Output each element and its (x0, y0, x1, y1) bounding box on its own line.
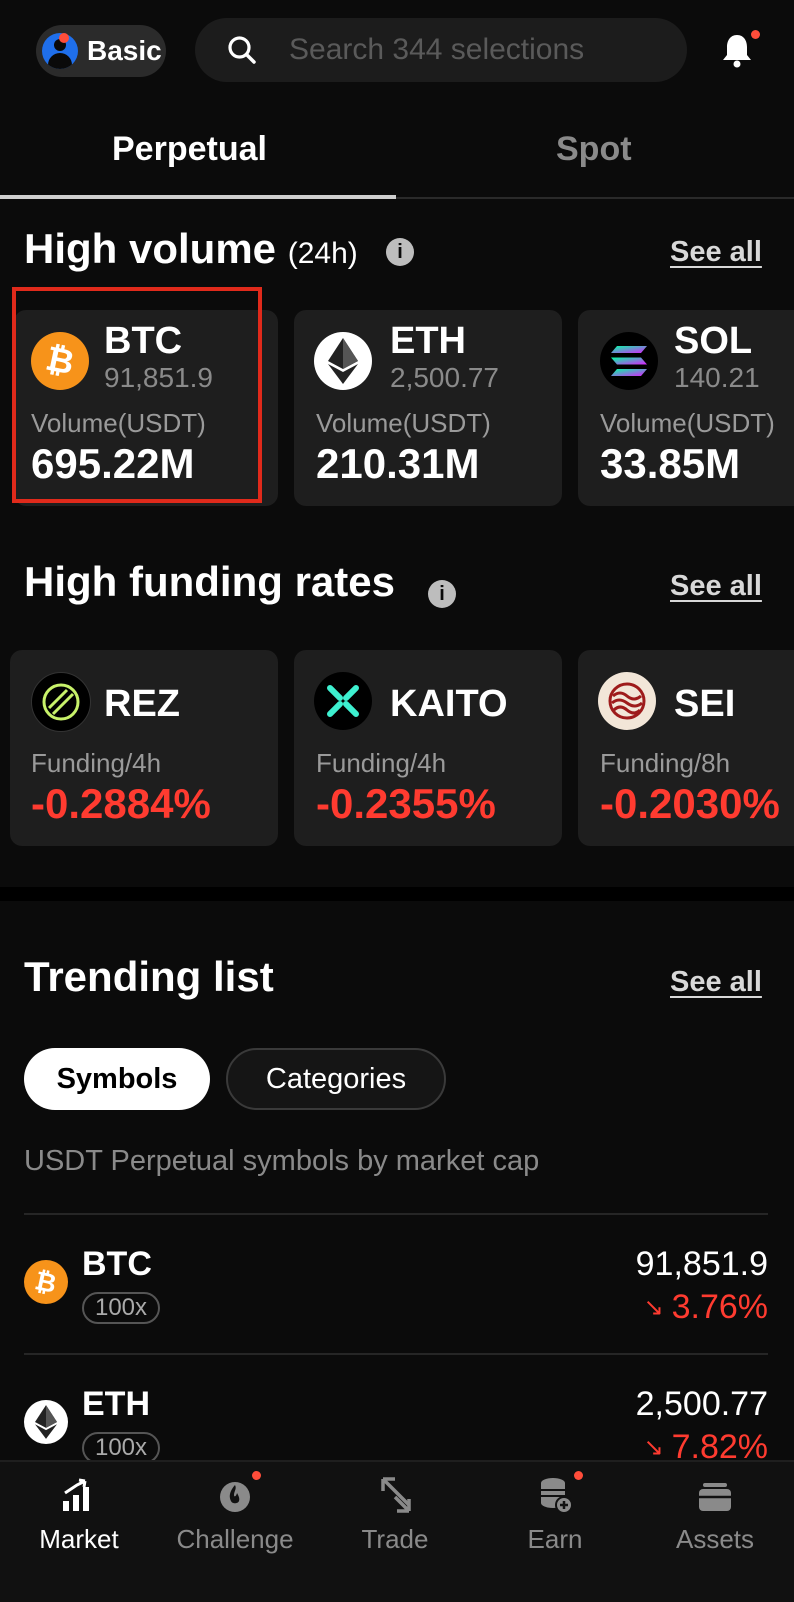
high-volume-card-eth[interactable]: ETH 2,500.77 Volume(USDT) 210.31M (294, 310, 562, 506)
row-symbol: ETH (82, 1385, 150, 1423)
card-symbol: SEI (674, 683, 736, 725)
card-metric-label: Volume(USDT) (316, 408, 491, 438)
table-row[interactable]: ETH 100x 2,500.77 ↘ 7.82% (0, 1355, 794, 1466)
card-metric-value: 33.85M (600, 440, 741, 487)
card-price: 140.21 (674, 362, 760, 393)
highlight-box (12, 287, 262, 503)
challenge-notification-dot (252, 1471, 261, 1480)
ethereum-icon (24, 1400, 68, 1444)
section-divider (0, 887, 794, 901)
nav-trade[interactable]: Trade (316, 1475, 474, 1555)
avatar-notification-dot (59, 33, 69, 43)
earn-notification-dot (574, 1471, 583, 1480)
high-volume-see-all-link[interactable]: See all (670, 236, 762, 269)
trade-arrows-icon (381, 1477, 411, 1513)
card-symbol: SOL (674, 320, 753, 362)
card-metric-value: -0.2030% (600, 780, 780, 827)
card-metric-value: 210.31M (316, 440, 480, 487)
chip-symbols[interactable]: Symbols (24, 1048, 210, 1110)
card-metric-value: -0.2884% (31, 780, 211, 827)
account-level-label: Basic (87, 35, 162, 66)
card-price: 2,500.77 (390, 362, 499, 393)
trending-see-all-link[interactable]: See all (670, 966, 762, 999)
card-metric-label: Funding/4h (31, 748, 162, 778)
tab-divider (396, 197, 794, 199)
trending-description: USDT Perpetual symbols by market cap (24, 1145, 540, 1177)
row-change: ↘ 3.76% (643, 1288, 768, 1326)
ethereum-icon (314, 332, 372, 390)
sei-icon (598, 672, 656, 730)
card-symbol: REZ (104, 683, 180, 725)
search-placeholder: Search 344 selections (289, 33, 585, 66)
wallet-icon (699, 1483, 731, 1511)
funding-card-sei[interactable]: SEI Funding/8h -0.2030% (578, 650, 794, 846)
nav-assets[interactable]: Assets (636, 1475, 794, 1555)
nav-market[interactable]: Market (0, 1475, 158, 1555)
funding-card-kaito[interactable]: KAITO Funding/4h -0.2355% (294, 650, 562, 846)
row-price: 2,500.77 (635, 1385, 768, 1423)
tab-perpetual[interactable]: Perpetual (112, 130, 267, 169)
arrow-down-right-icon: ↘ (643, 1434, 664, 1461)
search-bar[interactable]: Search 344 selections (195, 18, 687, 82)
search-icon (228, 36, 256, 64)
notification-dot (751, 30, 760, 39)
nav-challenge[interactable]: Challenge (156, 1475, 314, 1555)
card-symbol: KAITO (390, 683, 508, 725)
account-level-button[interactable]: Basic (36, 25, 166, 77)
chip-categories[interactable]: Categories (226, 1048, 446, 1110)
tab-spot[interactable]: Spot (556, 130, 632, 169)
trending-title: Trending list (24, 953, 274, 1000)
solana-icon (600, 332, 658, 390)
card-metric-value: -0.2355% (316, 780, 496, 827)
flame-icon (220, 1482, 250, 1512)
arrow-down-right-icon: ↘ (643, 1294, 664, 1321)
high-volume-title: High volume (24h) (24, 225, 358, 272)
leverage-badge: 100x (82, 1292, 160, 1324)
high-funding-title: High funding rates (24, 558, 395, 605)
bitcoin-icon: ₿ (24, 1260, 68, 1304)
row-symbol: BTC (82, 1245, 152, 1283)
nav-earn[interactable]: Earn (476, 1475, 634, 1555)
high-volume-period: (24h) (287, 237, 358, 270)
table-row[interactable]: ₿ BTC 100x 91,851.9 ↘ 3.76% (0, 1215, 794, 1353)
bell-icon[interactable] (720, 32, 754, 68)
active-tab-indicator (0, 195, 396, 199)
card-metric-label: Volume(USDT) (600, 408, 775, 438)
market-chart-icon (63, 1478, 89, 1511)
info-icon[interactable]: i (386, 238, 414, 266)
funding-card-rez[interactable]: REZ Funding/4h -0.2884% (10, 650, 278, 846)
card-symbol: ETH (390, 320, 466, 362)
high-funding-see-all-link[interactable]: See all (670, 570, 762, 603)
kaito-icon (314, 672, 372, 730)
rez-icon (31, 672, 91, 732)
coins-stack-icon (541, 1478, 573, 1514)
card-metric-label: Funding/4h (316, 748, 447, 778)
high-volume-card-sol[interactable]: SOL 140.21 Volume(USDT) 33.85M (578, 310, 794, 506)
card-metric-label: Funding/8h (600, 748, 731, 778)
info-icon[interactable]: i (428, 580, 456, 608)
row-price: 91,851.9 (635, 1245, 768, 1283)
